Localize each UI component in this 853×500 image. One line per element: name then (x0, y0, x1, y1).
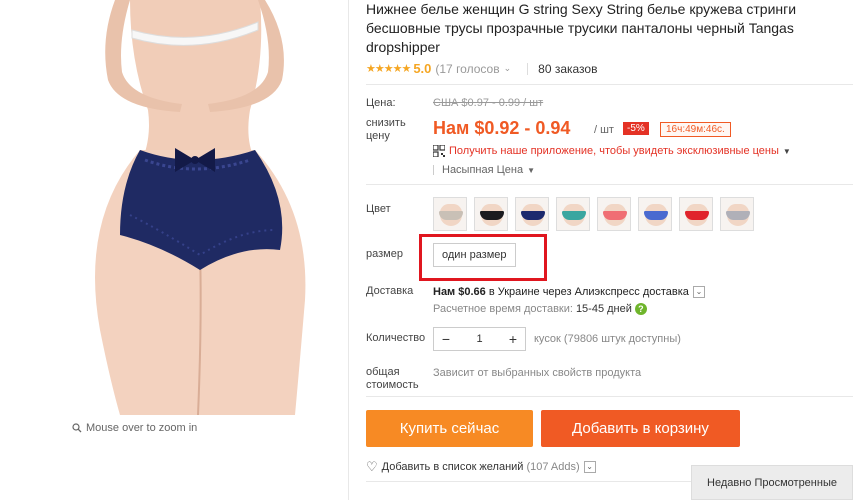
swatch-panty (603, 211, 627, 220)
shipping-method: в Украине через Алиэкспресс доставка (485, 286, 689, 298)
swatch-black[interactable] (474, 197, 508, 231)
orders-count: 80 заказов (538, 61, 598, 76)
heart-icon[interactable]: ♡ (366, 459, 378, 475)
swatch-grey[interactable] (720, 197, 754, 231)
product-photo[interactable] (60, 0, 320, 415)
swatch-blue[interactable] (638, 197, 672, 231)
swatch-panty (685, 211, 709, 220)
swatch-beige[interactable] (433, 197, 467, 231)
rating-stars-icon: ★★★★★ (366, 63, 411, 75)
wishlist-label[interactable]: Добавить в список желаний (382, 461, 524, 473)
caret-down-icon[interactable]: ▼ (527, 166, 535, 175)
shipping-label: Доставка (366, 285, 414, 297)
discount-badge: -5% (623, 122, 649, 135)
shipping-cost: Нам $0.66 (433, 286, 486, 298)
votes-count[interactable]: (17 голосов (435, 62, 499, 76)
bulk-price[interactable]: Насыпная Цена ▼ (433, 164, 535, 176)
countdown-timer: 16ч:49м:46с. (660, 122, 731, 137)
delivery-time: Расчетное время доставки: 15-45 дней ? (433, 303, 647, 315)
product-title: Нижнее белье женщин G string Sexy String… (366, 1, 797, 55)
chevron-down-icon[interactable]: ⌄ (583, 461, 596, 473)
quantity-input[interactable]: 1 (458, 333, 501, 345)
swatch-panty (480, 211, 504, 220)
swatch-red[interactable] (679, 197, 713, 231)
quantity-stepper: − 1 + (433, 327, 526, 351)
current-price: Нам $0.92 - 0.94 (433, 118, 571, 138)
swatch-panty (726, 211, 750, 220)
panel-divider (348, 0, 349, 500)
recently-viewed-tab[interactable]: Недавно Просмотренные (691, 465, 853, 500)
divider (366, 184, 853, 185)
color-label: Цвет (366, 203, 391, 215)
stock-available: кусок (79806 штук доступны) (534, 333, 681, 345)
zoom-hint: Mouse over to zoom in (72, 422, 197, 434)
product-gallery: Mouse over to zoom in (0, 0, 348, 500)
price-unit: / шт (594, 124, 614, 136)
magnifier-icon (72, 423, 82, 433)
discount-price-label: снизить цену (366, 117, 406, 142)
increment-button[interactable]: + (501, 328, 525, 350)
qr-code-icon (433, 145, 445, 157)
wishlist-link[interactable]: ♡ Добавить в список желаний (107 Adds) ⌄ (366, 459, 596, 475)
swatch-panty (644, 211, 668, 220)
caret-down-icon[interactable]: ▼ (783, 147, 791, 156)
zoom-hint-text: Mouse over to zoom in (86, 422, 198, 434)
delivery-days: 15-45 дней (575, 303, 632, 315)
swatch-pink[interactable] (597, 197, 631, 231)
size-label: размер (366, 248, 403, 260)
shipping-option[interactable]: Нам $0.66 в Украине через Алиэкспресс до… (433, 286, 705, 298)
divider (433, 165, 434, 175)
rating-score: 5.0 (413, 61, 432, 76)
quantity-label: Количество (366, 332, 426, 344)
bulk-price-label[interactable]: Насыпная Цена (442, 164, 523, 176)
divider (366, 396, 853, 397)
swatch-panty (439, 211, 463, 220)
delivery-time-label: Расчетное время доставки: (433, 303, 573, 315)
chevron-down-icon[interactable]: ⌄ (504, 63, 512, 74)
app-promo-text[interactable]: Получить наше приложение, чтобы увидеть … (449, 145, 779, 157)
chevron-down-icon[interactable]: ⌄ (692, 286, 705, 298)
product-info: Нижнее белье женщин G string Sexy String… (366, 0, 853, 500)
wishlist-count: (107 Adds) (526, 461, 580, 473)
app-promo[interactable]: Получить наше приложение, чтобы увидеть … (433, 145, 791, 157)
total-label: общая стоимость (366, 366, 419, 391)
swatch-panty (562, 211, 586, 220)
add-to-cart-button[interactable]: Добавить в корзину (541, 410, 740, 447)
total-value: Зависит от выбранных свойств продукта (433, 367, 642, 379)
rating-row: ★★★★★ 5.0 (17 голосов ⌄ 80 заказов (366, 61, 853, 76)
divider (366, 84, 853, 85)
decrement-button[interactable]: − (434, 328, 458, 350)
buy-now-button[interactable]: Купить сейчас (366, 410, 533, 447)
swatch-panty (521, 211, 545, 220)
swatch-teal[interactable] (556, 197, 590, 231)
highlight-frame (419, 234, 547, 281)
price-label: Цена: (366, 97, 396, 109)
swatch-navy[interactable] (515, 197, 549, 231)
help-icon[interactable]: ? (634, 303, 647, 315)
divider (527, 62, 529, 75)
old-price: США $0.97 - 0.99 / шт (433, 97, 544, 109)
color-swatches (433, 197, 754, 231)
